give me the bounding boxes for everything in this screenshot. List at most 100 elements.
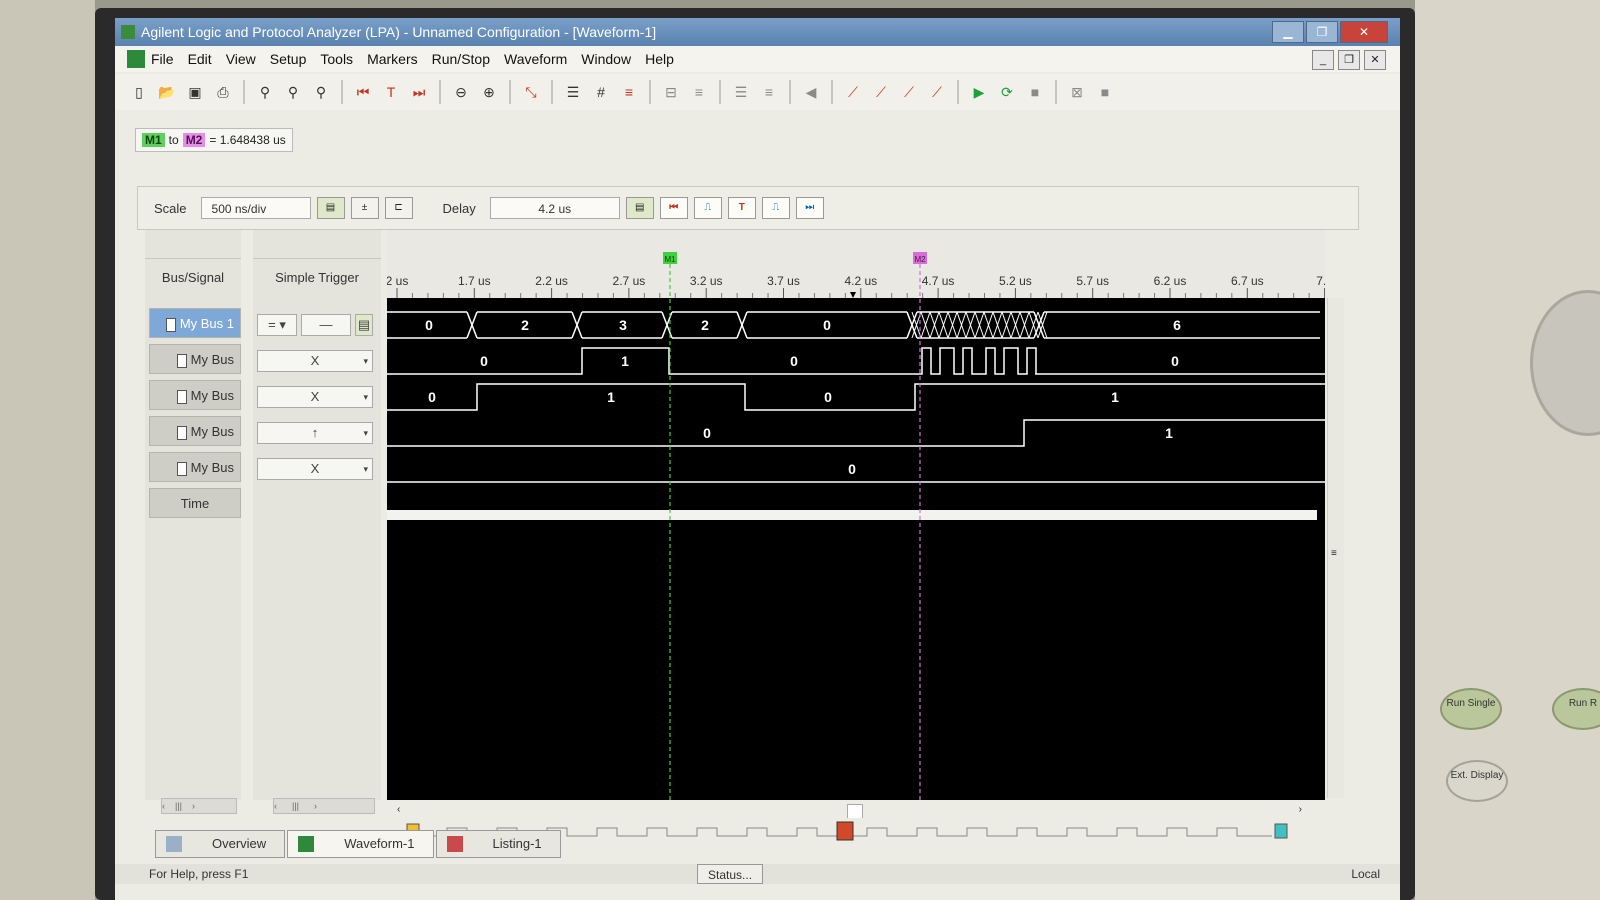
toolbar-separator — [1055, 80, 1057, 104]
m2-flag-label: M2 — [914, 255, 926, 264]
tab-overview[interactable]: Overview — [155, 830, 286, 858]
find-icon[interactable]: ⚲ — [254, 81, 276, 103]
signal-row-bit[interactable]: My Bus — [149, 344, 241, 374]
signal-checkbox-icon[interactable] — [176, 353, 187, 368]
scroll-left-icon[interactable]: ‹ — [397, 804, 400, 815]
signal-row-bit[interactable]: My Bus — [149, 416, 241, 446]
delay-preset-button[interactable]: ▤ — [625, 197, 654, 219]
waveform-canvas[interactable]: 2 us 1.7 us 2.2 us 2.7 us 3.2 us 3.7 us 4.2 us… — [386, 230, 1333, 800]
run-icon[interactable]: ▶ — [968, 81, 990, 103]
bus-value-label: 2 — [701, 317, 709, 333]
mdi-minimize-button[interactable]: _ — [1312, 50, 1334, 70]
scale-increase-button[interactable]: ± — [350, 197, 379, 219]
go-to-start-icon[interactable]: ⏮ — [352, 81, 374, 103]
tab-listing[interactable]: Listing-1 — [435, 830, 561, 858]
bus-trigger-value[interactable]: — — [301, 314, 351, 336]
square-icon[interactable]: ■ — [1094, 81, 1116, 103]
menu-run-stop[interactable]: Run/Stop — [432, 51, 490, 67]
menu-window[interactable]: Window — [581, 51, 631, 67]
status-button[interactable]: Status... — [697, 864, 764, 884]
bus-trigger-preset-button[interactable]: ▤ — [355, 314, 373, 336]
open-folder-icon[interactable]: 📂 — [156, 81, 178, 103]
signal-row-bit[interactable]: My Bus — [149, 380, 241, 410]
menu-setup[interactable]: Setup — [270, 51, 307, 67]
ruler-tick-label: 2.7 us — [613, 274, 646, 288]
restore-button[interactable]: ❐ — [1306, 21, 1338, 43]
menu-waveform[interactable]: Waveform — [504, 51, 567, 67]
signal-list-icon[interactable]: ☰ — [562, 81, 584, 103]
timeline-end-marker[interactable] — [1274, 823, 1288, 839]
zoom-in-icon[interactable]: ⊕ — [478, 81, 500, 103]
bit-trigger-select[interactable]: X ▾ — [257, 458, 373, 480]
minimize-button[interactable]: ▁ — [1272, 21, 1304, 43]
waveform-display[interactable]: 2 us 1.7 us 2.2 us 2.7 us 3.2 us 3.7 us 4.2 us… — [386, 230, 1333, 800]
mdi-close-button[interactable]: ✕ — [1364, 50, 1386, 70]
delay-trigger-button[interactable]: T — [727, 197, 756, 219]
trigger-panel-scrollbar[interactable]: ‹ ||| › — [273, 798, 375, 814]
go-to-trigger-icon[interactable]: T — [380, 81, 402, 103]
signal-row-bit[interactable]: My Bus — [149, 452, 241, 482]
run-single-hw-button[interactable]: Run Single — [1440, 688, 1502, 730]
front-panel-knob[interactable] — [1530, 290, 1600, 436]
scale-preset-button[interactable]: ▤ — [316, 197, 345, 219]
tab-waveform[interactable]: Waveform-1 — [287, 830, 434, 858]
trace-icon[interactable]: ≡ — [618, 81, 640, 103]
marker-delete-icon[interactable]: ⟋ — [926, 81, 948, 103]
grid-icon[interactable]: # — [590, 81, 612, 103]
menu-help[interactable]: Help — [645, 51, 674, 67]
signal-checkbox-icon[interactable] — [176, 389, 187, 404]
trace-grey-2-icon[interactable]: ≡ — [758, 81, 780, 103]
close-button[interactable]: ✕ — [1340, 21, 1388, 43]
marker-edit-icon[interactable]: ⟋ — [898, 81, 920, 103]
marker-readout[interactable]: M1 to M2 = 1.648438 us — [135, 128, 293, 152]
save-icon[interactable]: ▣ — [184, 81, 206, 103]
trace-grey-icon[interactable]: ≡ — [688, 81, 710, 103]
app-menu-icon[interactable] — [127, 50, 145, 68]
toolbar-separator — [509, 80, 511, 104]
zoom-out-icon[interactable]: ⊖ — [450, 81, 472, 103]
mdi-restore-button[interactable]: ❐ — [1338, 50, 1360, 70]
delay-field[interactable]: 4.2 us — [489, 197, 620, 219]
bit-trigger-select[interactable]: ↑ ▾ — [257, 422, 373, 444]
delay-next-button[interactable]: ⎍ — [761, 197, 790, 219]
signal-checkbox-icon[interactable] — [176, 425, 187, 440]
delay-end-button[interactable]: ⏭ — [795, 197, 824, 219]
menu-edit[interactable]: Edit — [188, 51, 212, 67]
bit-trigger-select[interactable]: X ▾ — [257, 350, 373, 372]
waveform-vertical-scrollbar[interactable]: ≡ — [1327, 298, 1344, 798]
find-previous-icon[interactable]: ⚲ — [282, 81, 304, 103]
cancel-icon[interactable]: ⊠ — [1066, 81, 1088, 103]
signal-checkbox-icon[interactable] — [176, 461, 187, 476]
signal-row-time[interactable]: Time — [149, 488, 241, 518]
bus-trigger-operator[interactable]: = ▾ — [257, 314, 297, 336]
signal-checkbox-icon[interactable] — [165, 317, 176, 332]
print-icon[interactable]: ⎙ — [212, 81, 234, 103]
speaker-icon[interactable]: ◀ — [800, 81, 822, 103]
marker-move-icon[interactable]: ⟋ — [870, 81, 892, 103]
delay-start-button[interactable]: ⏮ — [659, 197, 688, 219]
scale-decrease-button[interactable]: ⊏ — [384, 197, 413, 219]
go-to-end-icon[interactable]: ⏭ — [408, 81, 430, 103]
new-file-icon[interactable]: ▯ — [128, 81, 150, 103]
timeline-viewport-marker[interactable] — [836, 821, 854, 841]
marker-add-icon[interactable]: ⟋ — [842, 81, 864, 103]
stop-icon[interactable]: ■ — [1024, 81, 1046, 103]
signal-row-bus[interactable]: My Bus 1 — [149, 308, 241, 338]
ext-display-hw-button[interactable]: Ext. Display — [1446, 760, 1508, 802]
bit-trigger-select[interactable]: X ▾ — [257, 386, 373, 408]
menu-file[interactable]: File — [151, 51, 174, 67]
run-repetitive-icon[interactable]: ⟳ — [996, 81, 1018, 103]
delay-center-button[interactable]: ⎍ — [693, 197, 722, 219]
scroll-grip-icon: ≡ — [1331, 548, 1337, 559]
menu-tools[interactable]: Tools — [320, 51, 353, 67]
scale-field[interactable]: 500 ns/div — [200, 197, 311, 219]
bus-signal-header: Bus/Signal — [145, 258, 241, 297]
menu-markers[interactable]: Markers — [367, 51, 418, 67]
scroll-right-icon[interactable]: › — [1299, 804, 1302, 815]
find-next-icon[interactable]: ⚲ — [310, 81, 332, 103]
menu-view[interactable]: View — [226, 51, 256, 67]
marker-tool-icon[interactable]: ⤡ — [520, 81, 542, 103]
signal-panel-scrollbar[interactable]: ‹ ||| › — [161, 798, 237, 814]
list-grey-icon[interactable]: ☰ — [730, 81, 752, 103]
filter-icon[interactable]: ⊟ — [660, 81, 682, 103]
